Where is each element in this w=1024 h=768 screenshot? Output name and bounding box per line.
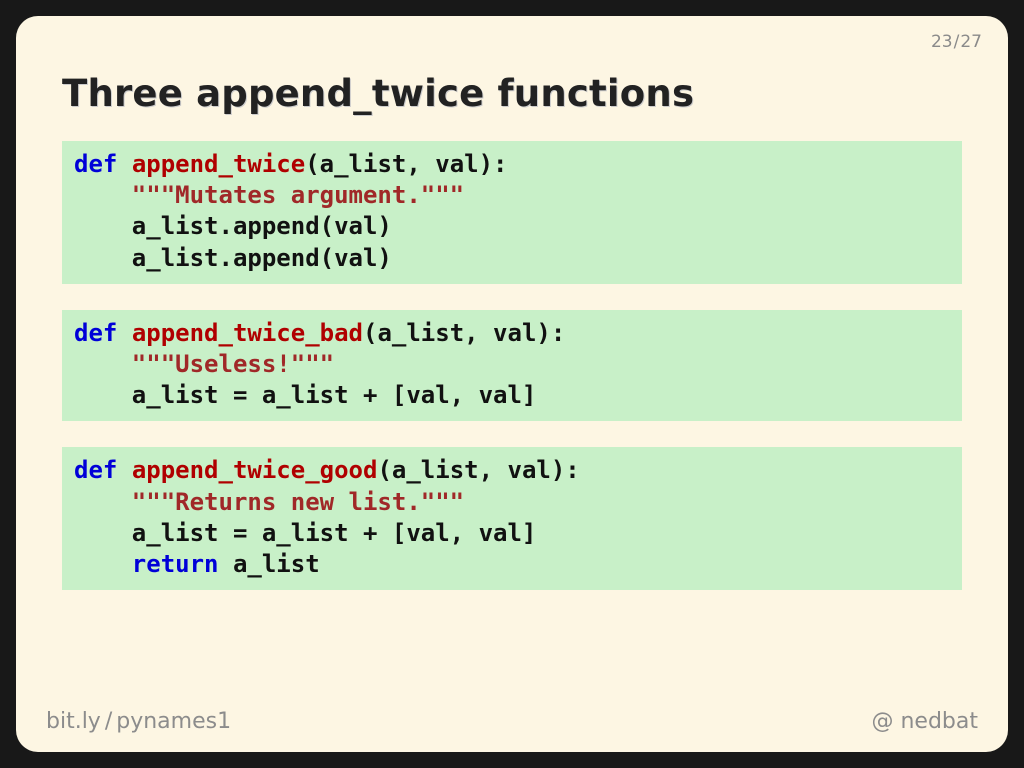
- docstring: """Useless!""": [132, 350, 334, 378]
- func-sig: (a_list, val):: [377, 456, 579, 484]
- link-path: pynames1: [116, 709, 231, 734]
- slide: 23/27 Three append_twice functions def a…: [16, 16, 1008, 752]
- code-line: a_list = a_list + [val, val]: [132, 381, 537, 409]
- return-expr: a_list: [219, 550, 320, 578]
- footer-handle: @ nedbat: [871, 709, 978, 734]
- handle-name: nedbat: [900, 709, 978, 734]
- code-line: a_list.append(val): [132, 212, 392, 240]
- code-line: a_list = a_list + [val, val]: [132, 519, 537, 547]
- page-total: 27: [960, 32, 982, 52]
- link-host: bit.ly: [46, 709, 101, 734]
- keyword-return: return: [132, 550, 219, 578]
- docstring: """Returns new list.""": [132, 488, 464, 516]
- code-block-1: def append_twice(a_list, val): """Mutate…: [62, 141, 962, 284]
- keyword-def: def: [74, 150, 117, 178]
- code-block-3: def append_twice_good(a_list, val): """R…: [62, 447, 962, 590]
- handle-at: @: [871, 709, 893, 734]
- func-name: append_twice: [132, 150, 305, 178]
- keyword-def: def: [74, 456, 117, 484]
- func-name: append_twice_good: [132, 456, 378, 484]
- func-sig: (a_list, val):: [363, 319, 565, 347]
- docstring: """Mutates argument.""": [132, 181, 464, 209]
- page-counter: 23/27: [931, 32, 982, 52]
- link-separator: /: [101, 709, 116, 734]
- slide-title: Three append_twice functions: [62, 72, 962, 115]
- keyword-def: def: [74, 319, 117, 347]
- func-sig: (a_list, val):: [305, 150, 507, 178]
- footer-link: bit.ly/pynames1: [46, 709, 231, 734]
- func-name: append_twice_bad: [132, 319, 363, 347]
- slide-footer: bit.ly/pynames1 @ nedbat: [16, 709, 1008, 734]
- code-block-2: def append_twice_bad(a_list, val): """Us…: [62, 310, 962, 422]
- code-line: a_list.append(val): [132, 244, 392, 272]
- page-current: 23: [931, 32, 953, 52]
